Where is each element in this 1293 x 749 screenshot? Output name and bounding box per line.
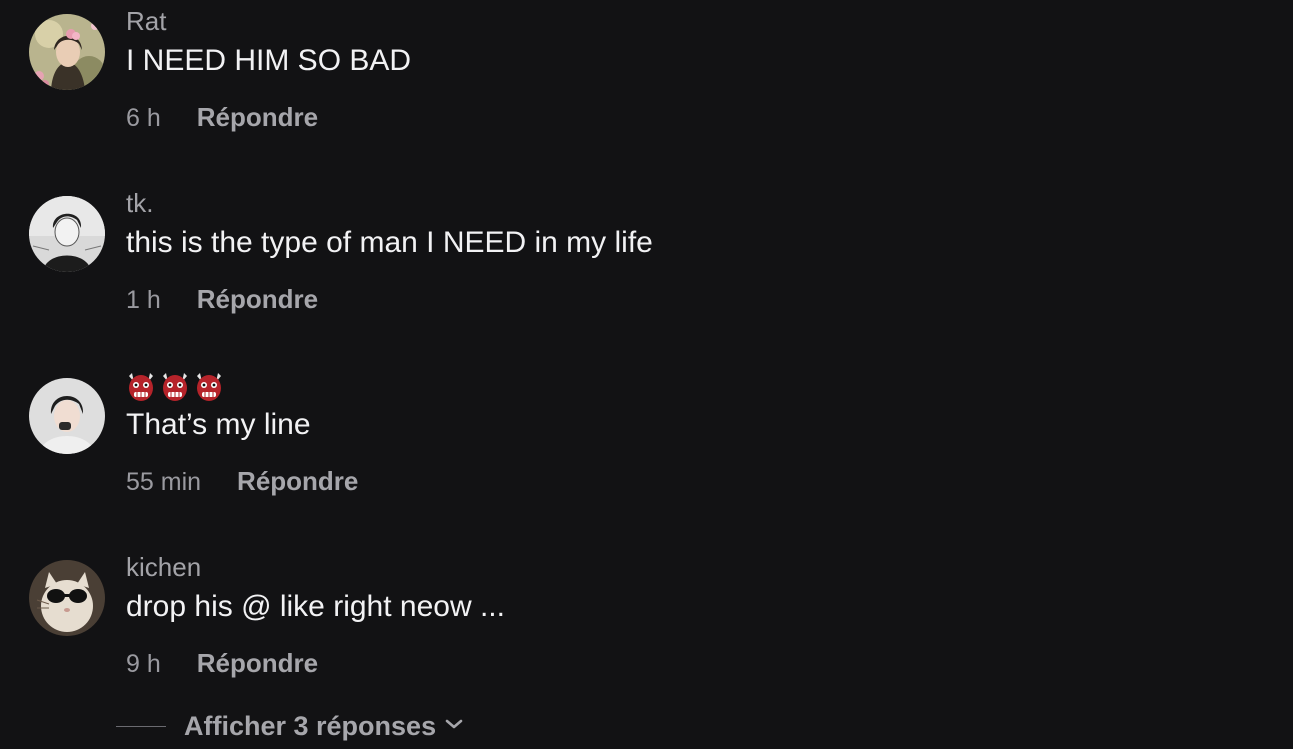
comment-time: 9 h (126, 650, 161, 678)
comment-item: Rat I NEED HIM SO BAD 6 h Répondre (0, 0, 1293, 150)
show-replies-row[interactable]: Afficher 3 réponses (116, 708, 464, 744)
divider-line (116, 725, 166, 727)
comment-time: 55 min (126, 468, 202, 496)
comment-item: kichen drop his @ like right neow ... 9 … (0, 546, 1293, 696)
comment-meta: 6 h Répondre (126, 104, 318, 131)
avatar[interactable] (29, 560, 105, 636)
username-emoji-row[interactable] (126, 370, 224, 407)
comment-meta: 1 h Répondre (126, 286, 318, 313)
comment-item: tk. this is the type of man I NEED in my… (0, 182, 1293, 332)
comment-text: That’s my line (126, 408, 311, 441)
chevron-down-icon[interactable] (444, 717, 464, 736)
reply-button[interactable]: Répondre (197, 650, 318, 676)
show-replies-button[interactable]: Afficher 3 réponses (184, 711, 436, 742)
comment-item: That’s my line 55 min Répondre (0, 364, 1293, 514)
avatar-cat-sunglasses-icon (29, 560, 105, 636)
ogre-icon (160, 370, 190, 407)
comment-username[interactable]: kichen (126, 554, 201, 580)
comment-username[interactable]: tk. (126, 190, 153, 216)
ogre-icon (194, 370, 224, 407)
comment-text: drop his @ like right neow ... (126, 590, 505, 623)
comment-time: 1 h (126, 286, 161, 314)
comment-meta: 55 min Répondre (126, 468, 358, 495)
avatar[interactable] (29, 196, 105, 272)
comment-text: this is the type of man I NEED in my lif… (126, 226, 653, 259)
reply-button[interactable]: Répondre (197, 104, 318, 130)
avatar-photo-person-icon (29, 378, 105, 454)
ogre-icon (126, 370, 156, 407)
comment-time: 6 h (126, 104, 161, 132)
avatar-flower-girl-icon (29, 14, 105, 90)
reply-button[interactable]: Répondre (197, 286, 318, 312)
avatar[interactable] (29, 378, 105, 454)
avatar-sketch-boy-icon (29, 196, 105, 272)
avatar[interactable] (29, 14, 105, 90)
comment-username[interactable]: Rat (126, 8, 166, 34)
reply-button[interactable]: Répondre (237, 468, 358, 494)
comment-meta: 9 h Répondre (126, 650, 318, 677)
comment-text: I NEED HIM SO BAD (126, 44, 412, 77)
